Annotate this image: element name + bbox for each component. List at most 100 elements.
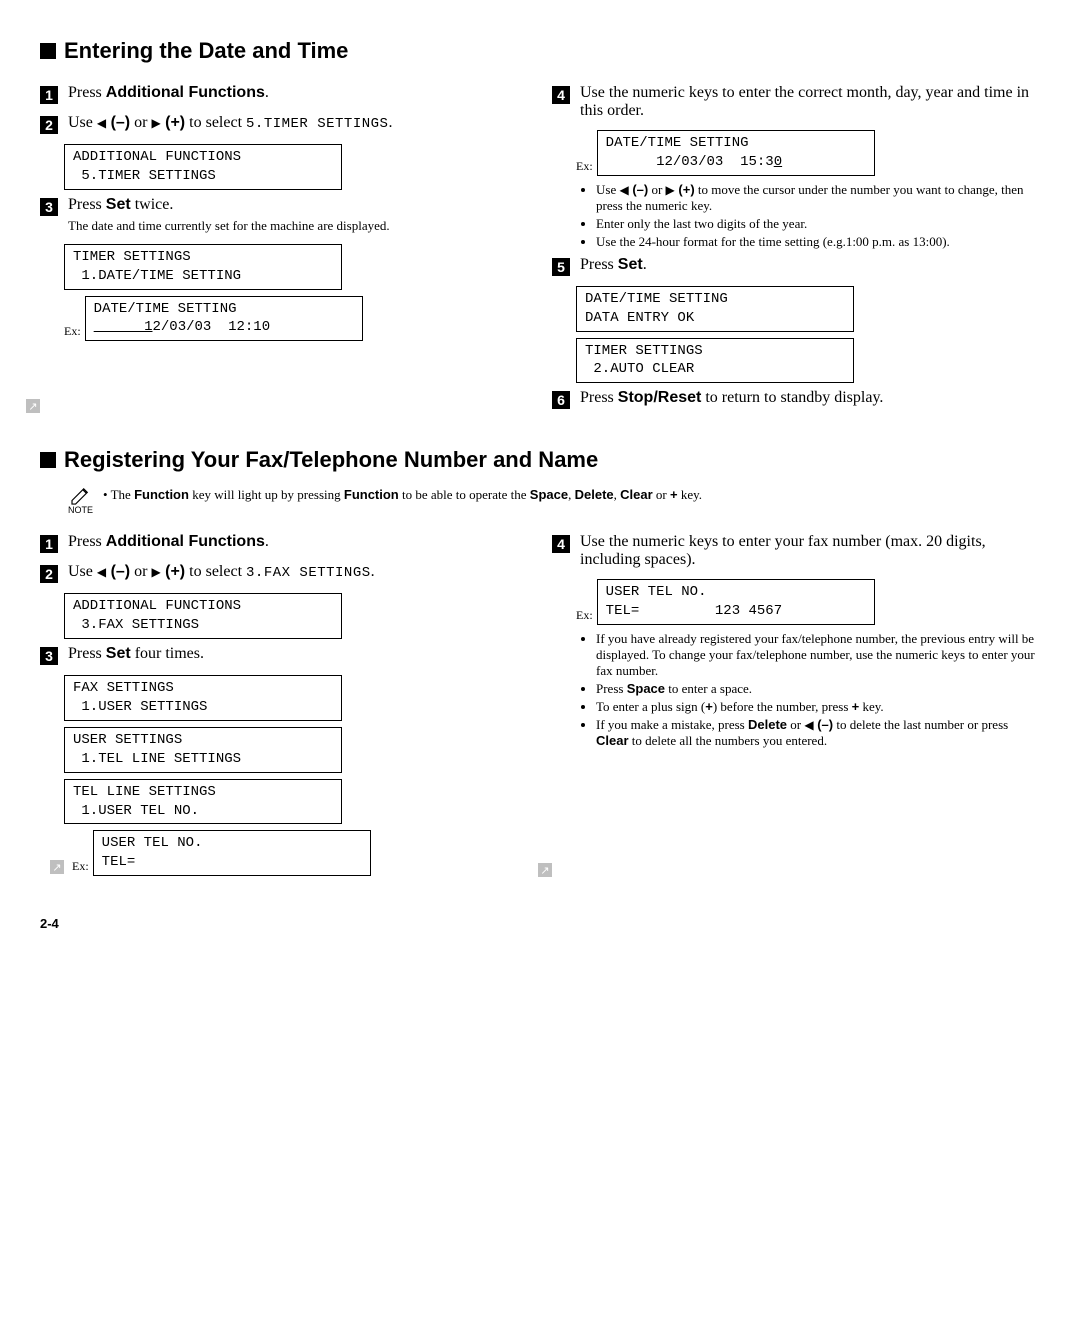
triangle-right-icon — [151, 563, 160, 580]
key-label: Set — [106, 196, 131, 213]
triangle-left-icon — [619, 182, 628, 197]
section1-heading: Entering the Date and Time — [40, 38, 1040, 64]
key-label: (+) — [675, 182, 695, 197]
list-item: If you have already registered your fax/… — [596, 631, 1040, 679]
lcd-display: DATE/TIME SETTING 12/03/03 15:30 — [597, 130, 875, 176]
text: If you make a mistake, press — [596, 717, 748, 732]
note-text: • The Function key will light up by pres… — [103, 487, 702, 503]
step-number: 1 — [40, 535, 58, 553]
text: key will light up by pressing — [189, 487, 344, 502]
key-label: (+) — [161, 563, 185, 580]
lcd-display: ADDITIONAL FUNCTIONS 3.FAX SETTINGS — [64, 593, 342, 639]
section1-left-col: 1 Press Additional Functions. 2 Use (–) … — [40, 78, 528, 419]
lcd-display: DATE/TIME SETTING DATA ENTRY OK — [576, 286, 854, 332]
example-label: Ex: — [576, 608, 593, 623]
text: Press — [580, 389, 618, 406]
text: Press — [68, 533, 106, 550]
continue-arrow-icon: ↗ — [538, 863, 552, 877]
triangle-right-icon — [151, 114, 160, 131]
key-label: Function — [344, 487, 399, 502]
section1-title: Entering the Date and Time — [64, 38, 348, 64]
text: twice. — [131, 196, 174, 213]
cursor-char: 0 — [774, 154, 782, 170]
heading-square-icon — [40, 43, 56, 59]
lcd-display: DATE/TIME SETTING 12/03/03 12:10 — [85, 296, 363, 342]
text: or — [653, 487, 670, 502]
s2-step2: 2 Use (–) or (+) to select 3.FAX SETTING… — [40, 563, 528, 583]
key-label: (–) — [106, 563, 130, 580]
step-number: 4 — [552, 535, 570, 553]
key-label: Delete — [575, 487, 614, 502]
text: to enter a space. — [665, 681, 752, 696]
continue-arrow-icon: ↗ — [26, 399, 40, 413]
s2-step4: 4 Use the numeric keys to enter your fax… — [552, 533, 1040, 569]
text: The — [111, 487, 134, 502]
s1-step6: 6 Press Stop/Reset to return to standby … — [552, 389, 1040, 409]
text: to delete all the numbers you entered. — [629, 733, 828, 748]
text: or — [130, 563, 151, 580]
lcd-display: USER SETTINGS 1.TEL LINE SETTINGS — [64, 727, 342, 773]
lcd-with-ex: Ex: DATE/TIME SETTING 12/03/03 12:10 — [64, 296, 528, 342]
lcd-display: TEL LINE SETTINGS 1.USER TEL NO. — [64, 779, 342, 825]
lcd-line: DATE/TIME SETTING — [606, 135, 749, 151]
step-number: 3 — [40, 647, 58, 665]
section2-right-col: 4 Use the numeric keys to enter your fax… — [552, 527, 1040, 882]
s1-step3: 3 Press Set twice. The date and time cur… — [40, 196, 528, 234]
step-number: 3 — [40, 198, 58, 216]
note-row: NOTE • The Function key will light up by… — [68, 487, 1040, 515]
text: Press — [596, 681, 627, 696]
text: to select — [185, 563, 246, 580]
section2-columns: 1 Press Additional Functions. 2 Use (–) … — [40, 527, 1040, 882]
text: Use — [596, 182, 619, 197]
lcd-line: 2/03/03 12:10 — [152, 319, 270, 335]
list-item: To enter a plus sign (+) before the numb… — [596, 699, 1040, 715]
step-number: 2 — [40, 565, 58, 583]
text: . — [643, 256, 647, 273]
step-number: 2 — [40, 116, 58, 134]
lcd-with-ex: Ex: DATE/TIME SETTING 12/03/03 15:30 — [576, 130, 1040, 176]
text: to return to standby display. — [701, 389, 883, 406]
triangle-right-icon — [666, 182, 675, 197]
example-label: Ex: — [72, 859, 89, 874]
text: Press — [68, 84, 106, 101]
key-label: (–) — [106, 114, 130, 131]
text: to select — [185, 114, 246, 131]
s1-step4: 4 Use the numeric keys to enter the corr… — [552, 84, 1040, 120]
continue-arrow-icon: ↗ — [50, 860, 64, 874]
text: or — [787, 717, 804, 732]
lcd-with-ex: ↗ Ex: USER TEL NO. TEL= — [64, 830, 528, 876]
text: to delete the last number or press — [833, 717, 1008, 732]
key-label: (–) — [629, 182, 649, 197]
note-label: NOTE — [68, 505, 93, 515]
s2-step1: 1 Press Additional Functions. — [40, 533, 528, 553]
text: ) before the number, press — [713, 699, 852, 714]
text: . — [371, 563, 375, 580]
step-number: 1 — [40, 86, 58, 104]
text: or — [130, 114, 151, 131]
lcd-display: USER TEL NO. TEL= 123 4567 — [597, 579, 875, 625]
text: four times. — [131, 645, 204, 662]
lcd-display: ADDITIONAL FUNCTIONS 5.TIMER SETTINGS — [64, 144, 342, 190]
key-label: Set — [106, 645, 131, 662]
lcd-display: FAX SETTINGS 1.USER SETTINGS — [64, 675, 342, 721]
text: Press — [68, 196, 106, 213]
example-label: Ex: — [576, 159, 593, 174]
section2-title: Registering Your Fax/Telephone Number an… — [64, 447, 598, 473]
step-number: 5 — [552, 258, 570, 276]
text: key. — [859, 699, 883, 714]
step-number: 6 — [552, 391, 570, 409]
cursor-char: 1 — [94, 319, 153, 335]
lcd-display: TIMER SETTINGS 1.DATE/TIME SETTING — [64, 244, 342, 290]
triangle-left-icon — [97, 114, 106, 131]
step-text: Use the numeric keys to enter the correc… — [580, 84, 1040, 120]
s1-step2: 2 Use (–) or (+) to select 5.TIMER SETTI… — [40, 114, 528, 134]
list-item: Enter only the last two digits of the ye… — [596, 216, 1040, 232]
text: . — [265, 84, 269, 101]
list-item: Use the 24-hour format for the time sett… — [596, 234, 1040, 250]
step-number: 4 — [552, 86, 570, 104]
section1-right-col: 4 Use the numeric keys to enter the corr… — [552, 78, 1040, 419]
s1-step1: 1 Press Additional Functions. — [40, 84, 528, 104]
text: To enter a plus sign ( — [596, 699, 705, 714]
text: Press — [580, 256, 618, 273]
key-label: Clear — [620, 487, 653, 502]
